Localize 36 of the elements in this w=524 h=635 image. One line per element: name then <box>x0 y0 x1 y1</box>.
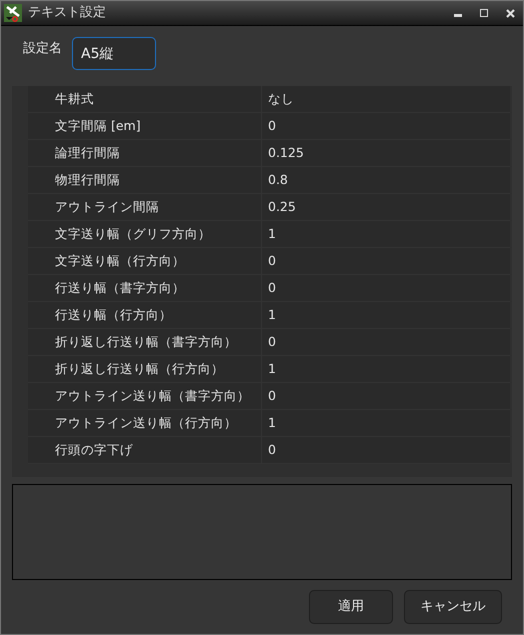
apply-button[interactable]: 適用 <box>309 590 393 624</box>
property-value: なし <box>267 90 295 108</box>
property-value: 1 <box>267 414 277 432</box>
property-value: 1 <box>267 360 277 378</box>
property-name: 論理行間隔 <box>28 140 262 166</box>
name-input-field[interactable]: A5縦 <box>72 37 156 70</box>
property-value: 0 <box>267 441 277 459</box>
property-value: 0 <box>267 387 277 405</box>
property-name: 牛耕式 <box>28 86 262 112</box>
property-name: 文字送り幅（グリフ方向） <box>28 221 262 247</box>
property-value: 0.8 <box>267 171 289 189</box>
property-value: 1 <box>267 225 277 243</box>
property-name: アウトライン間隔 <box>28 194 262 220</box>
property-name: 物理行間隔 <box>28 167 262 193</box>
field-label: 設定名 <box>23 40 62 58</box>
property-value: 0 <box>267 252 277 270</box>
property-value: 1 <box>267 306 277 324</box>
property-name: 行頭の字下げ <box>28 437 262 463</box>
property-name: 行送り幅（行方向） <box>28 302 262 328</box>
property-name: 行送り幅（書字方向） <box>28 275 262 301</box>
property-name: アウトライン送り幅（行方向） <box>28 410 262 436</box>
property-value: 0 <box>267 117 277 135</box>
property-name: 折り返し行送り幅（書字方向） <box>28 329 262 355</box>
property-name: 文字送り幅（行方向） <box>28 248 262 274</box>
window-title: テキスト設定 <box>28 4 107 22</box>
property-name: 文字間隔 [em] <box>28 113 262 139</box>
maximize-icon[interactable] <box>480 9 488 17</box>
property-value: 0 <box>267 279 277 297</box>
app-icon <box>4 4 22 22</box>
property-name: アウトライン送り幅（書字方向） <box>28 383 262 409</box>
property-value: 0.125 <box>267 144 305 162</box>
property-value: 0.25 <box>267 198 297 216</box>
property-value: 0 <box>267 333 277 351</box>
property-name: 折り返し行送り幅（行方向） <box>28 356 262 382</box>
close-icon[interactable] <box>506 8 515 18</box>
cancel-button[interactable]: キャンセル <box>404 590 502 624</box>
